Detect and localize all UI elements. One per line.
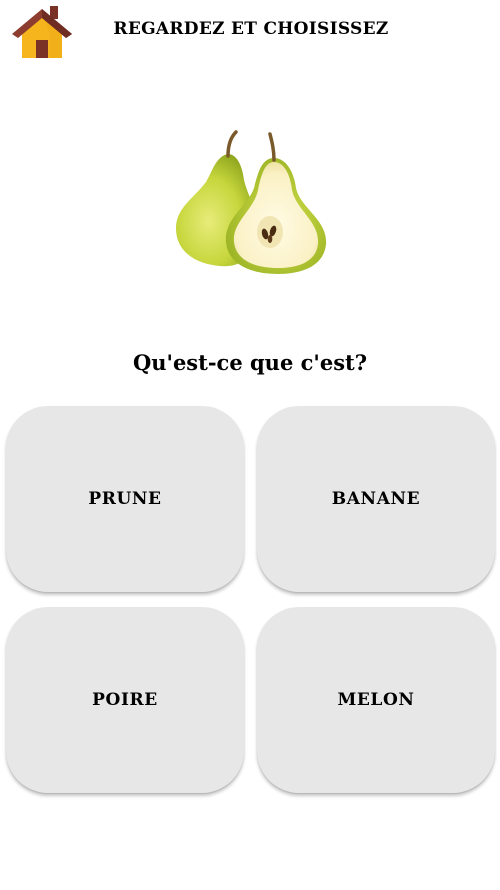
pear-image bbox=[170, 128, 332, 276]
answer-label: MELON bbox=[337, 690, 415, 710]
answer-option-banane[interactable]: BANANE bbox=[257, 406, 495, 592]
screen-title: REGARDEZ ET CHOISISSEZ bbox=[113, 19, 389, 39]
answer-label: POIRE bbox=[92, 690, 158, 710]
answer-label: PRUNE bbox=[88, 489, 162, 509]
question-text: Qu'est-ce que c'est? bbox=[132, 350, 368, 375]
answer-option-poire[interactable]: POIRE bbox=[6, 607, 244, 793]
answer-label: BANANE bbox=[331, 489, 421, 509]
answer-option-prune[interactable]: PRUNE bbox=[6, 406, 244, 592]
pear-icon bbox=[176, 130, 327, 274]
answer-option-melon[interactable]: MELON bbox=[257, 607, 495, 793]
